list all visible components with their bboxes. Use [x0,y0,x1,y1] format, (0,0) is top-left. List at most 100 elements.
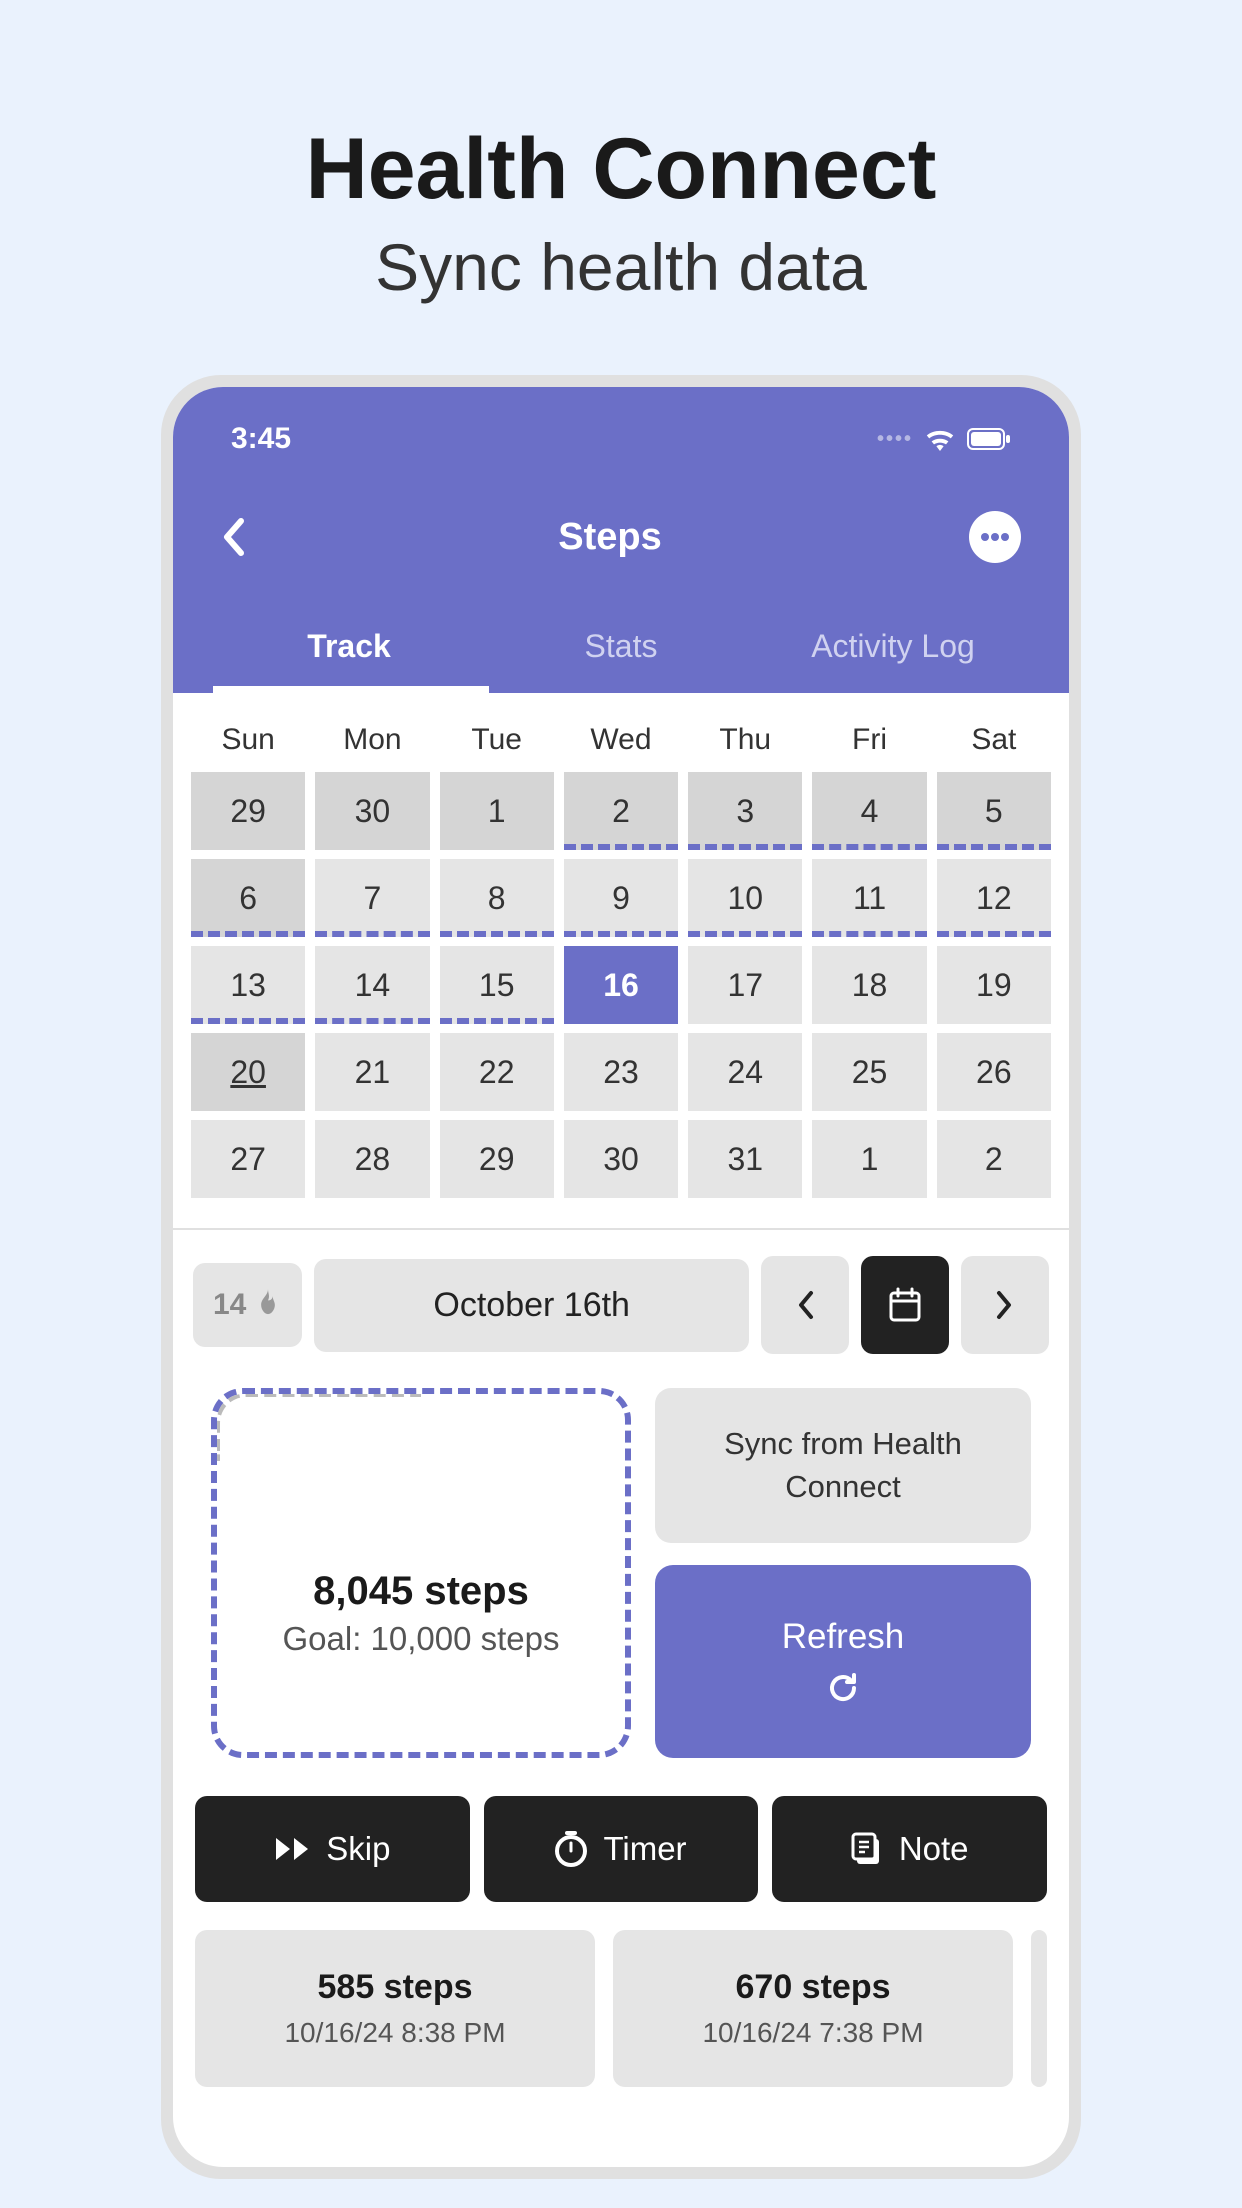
calendar-day[interactable]: 19 [937,946,1051,1024]
date-toolbar: 14 October 16th [173,1230,1069,1380]
page-title: Steps [558,516,661,559]
tab-activity-log[interactable]: Activity Log [757,608,1029,693]
calendar-day[interactable]: 1 [440,772,554,850]
calendar-day[interactable]: 7 [315,859,429,937]
app-header: 3:45 •••• Steps Track Stats Activity Log [173,387,1069,693]
calendar-day[interactable]: 6 [191,859,305,937]
streak-count: 14 [213,1288,246,1322]
weekday-label: Thu [688,713,802,767]
calendar-day[interactable]: 1 [812,1120,926,1198]
calendar-day[interactable]: 2 [937,1120,1051,1198]
calendar-day[interactable]: 11 [812,859,926,937]
log-steps: 585 steps [223,1968,567,2007]
calendar-grid: 2930123456789101112131415161718192021222… [191,772,1051,1198]
calendar-day[interactable]: 30 [315,772,429,850]
calendar-day[interactable]: 27 [191,1120,305,1198]
calendar: SunMonTueWedThuFriSat 293012345678910111… [173,693,1069,1230]
timer-icon [555,1831,587,1867]
action-row: Skip Timer Note [173,1784,1069,1922]
weekday-label: Fri [812,713,926,767]
status-icons: •••• [877,427,1011,451]
note-button[interactable]: Note [772,1796,1047,1902]
calendar-day[interactable]: 3 [688,772,802,850]
log-row: 585 steps 10/16/24 8:38 PM 670 steps 10/… [173,1922,1069,2095]
back-button[interactable] [221,517,251,557]
calendar-day[interactable]: 16 [564,946,678,1024]
steps-value: 8,045 steps [247,1569,595,1614]
calendar-day[interactable]: 12 [937,859,1051,937]
streak-badge[interactable]: 14 [193,1263,302,1347]
goal-value: Goal: 10,000 steps [247,1620,595,1658]
calendar-day[interactable]: 4 [812,772,926,850]
calendar-day[interactable]: 15 [440,946,554,1024]
weekday-label: Wed [564,713,678,767]
more-button[interactable] [969,511,1021,563]
current-date[interactable]: October 16th [314,1259,749,1352]
weekday-label: Sun [191,713,305,767]
chevron-left-icon [795,1289,815,1321]
note-icon [851,1832,883,1866]
calendar-button[interactable] [861,1256,949,1354]
log-time: 10/16/24 8:38 PM [223,2017,567,2049]
chevron-left-icon [221,517,245,557]
refresh-icon [826,1671,860,1705]
calendar-day[interactable]: 9 [564,859,678,937]
log-entry-partial[interactable] [1031,1930,1047,2087]
refresh-button[interactable]: Refresh [655,1565,1031,1758]
next-day-button[interactable] [961,1256,1049,1354]
promo-title: Health Connect [306,120,937,219]
status-time: 3:45 [231,422,291,456]
wifi-icon [925,427,955,451]
calendar-day[interactable]: 10 [688,859,802,937]
flame-icon [254,1289,282,1321]
log-time: 10/16/24 7:38 PM [641,2017,985,2049]
weekday-label: Mon [315,713,429,767]
calendar-day[interactable]: 24 [688,1033,802,1111]
calendar-day[interactable]: 13 [191,946,305,1024]
log-entry[interactable]: 670 steps 10/16/24 7:38 PM [613,1930,1013,2087]
calendar-day[interactable]: 22 [440,1033,554,1111]
progress-row: 8,045 steps Goal: 10,000 steps Sync from… [173,1380,1069,1784]
skip-label: Skip [326,1830,390,1868]
tab-bar: Track Stats Activity Log [213,608,1029,693]
tab-stats[interactable]: Stats [485,608,757,693]
promo-subtitle: Sync health data [375,229,867,305]
calendar-day[interactable]: 8 [440,859,554,937]
timer-button[interactable]: Timer [484,1796,759,1902]
calendar-day[interactable]: 30 [564,1120,678,1198]
calendar-day[interactable]: 28 [315,1120,429,1198]
calendar-day[interactable]: 23 [564,1033,678,1111]
skip-button[interactable]: Skip [195,1796,470,1902]
weekday-label: Tue [440,713,554,767]
phone-screen: 3:45 •••• Steps Track Stats Activity Log… [173,387,1069,2167]
sync-button[interactable]: Sync from Health Connect [655,1388,1031,1543]
steps-progress-card[interactable]: 8,045 steps Goal: 10,000 steps [211,1388,631,1758]
calendar-day[interactable]: 14 [315,946,429,1024]
prev-day-button[interactable] [761,1256,849,1354]
weekday-label: Sat [937,713,1051,767]
calendar-day[interactable]: 17 [688,946,802,1024]
phone-frame: 3:45 •••• Steps Track Stats Activity Log… [161,375,1081,2179]
log-steps: 670 steps [641,1968,985,2007]
calendar-day[interactable]: 18 [812,946,926,1024]
calendar-icon [888,1287,922,1323]
tab-track[interactable]: Track [213,608,485,693]
chevron-right-icon [995,1289,1015,1321]
skip-icon [274,1836,310,1862]
calendar-day[interactable]: 26 [937,1033,1051,1111]
calendar-day[interactable]: 25 [812,1033,926,1111]
weekday-row: SunMonTueWedThuFriSat [191,713,1051,767]
calendar-day[interactable]: 21 [315,1033,429,1111]
calendar-day[interactable]: 31 [688,1120,802,1198]
note-label: Note [899,1830,969,1868]
calendar-day[interactable]: 5 [937,772,1051,850]
calendar-day[interactable]: 2 [564,772,678,850]
refresh-label: Refresh [782,1617,905,1657]
status-bar: 3:45 •••• [213,422,1029,456]
calendar-day[interactable]: 29 [191,772,305,850]
calendar-day[interactable]: 20 [191,1033,305,1111]
log-entry[interactable]: 585 steps 10/16/24 8:38 PM [195,1930,595,2087]
calendar-day[interactable]: 29 [440,1120,554,1198]
nav-row: Steps [213,456,1029,608]
battery-icon [967,428,1011,450]
